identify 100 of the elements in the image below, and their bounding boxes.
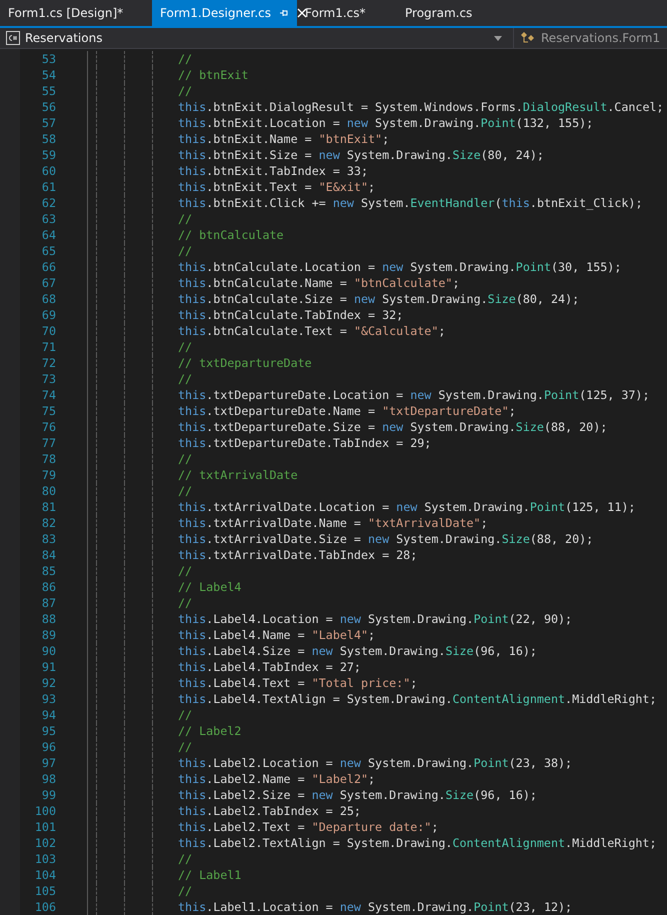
- line-number: 77: [40, 436, 56, 450]
- line-number: 100: [34, 804, 56, 818]
- code-line: this.btnExit.Text = "E&xit";: [178, 180, 376, 194]
- line-number: 101: [34, 820, 56, 834]
- code-line: // btnCalculate: [178, 228, 284, 242]
- code-line: this.btnExit.Size = new System.Drawing.Size(80, 24);: [178, 148, 544, 162]
- project-dropdown[interactable]: Reservations: [25, 31, 102, 45]
- line-number: 105: [34, 884, 56, 898]
- code-line: // txtArrivalDate: [178, 468, 298, 482]
- line-number: 85: [40, 564, 56, 578]
- line-number: 79: [40, 468, 56, 482]
- code-line: //: [178, 452, 192, 466]
- line-number: 81: [40, 500, 56, 514]
- code-line: this.Label4.Text = "Total price:";: [178, 676, 418, 690]
- line-number: 88: [40, 612, 56, 626]
- code-line: this.btnExit.Location = new System.Drawing.Point(132, 155);: [178, 116, 594, 130]
- code-line: this.Label2.Text = "Departure date:";: [178, 820, 438, 834]
- code-line: //: [178, 372, 192, 386]
- line-number: 61: [40, 180, 56, 194]
- code-line: //: [178, 84, 192, 98]
- line-number: 87: [40, 596, 56, 610]
- code-line: //: [178, 596, 192, 610]
- code-line: this.txtDepartureDate.TabIndex = 29;: [178, 436, 432, 450]
- type-dropdown[interactable]: Reservations.Form1: [541, 31, 660, 45]
- line-number: 76: [40, 420, 56, 434]
- line-number: 90: [40, 644, 56, 658]
- line-number: 70: [40, 324, 56, 338]
- line-number: 53: [40, 52, 56, 66]
- code-line: this.Label2.Location = new System.Drawing.Point(23, 38);: [178, 756, 572, 770]
- code-line: this.btnExit.Click += new System.EventHandler(this.btnExit_Click);: [178, 196, 642, 210]
- document-tab[interactable]: Form1.cs*: [297, 0, 397, 26]
- code-line: this.Label2.Name = "Label2";: [178, 772, 376, 786]
- line-number: 69: [40, 308, 56, 322]
- code-line: this.btnCalculate.Text = "&Calculate";: [178, 324, 446, 338]
- code-line: //: [178, 340, 192, 354]
- line-number: 89: [40, 628, 56, 642]
- code-line: // Label4: [178, 580, 242, 594]
- code-line: this.txtArrivalDate.Size = new System.Drawing.Size(88, 20);: [178, 532, 594, 546]
- line-number: 63: [40, 212, 56, 226]
- code-line: //: [178, 564, 192, 578]
- code-line: this.Label2.TextAlign = System.Drawing.ContentAlignment.MiddleRight;: [178, 836, 657, 850]
- line-number: 84: [40, 548, 56, 562]
- code-line: this.Label2.Size = new System.Drawing.Size(96, 16);: [178, 788, 537, 802]
- line-number: 91: [40, 660, 56, 674]
- code-line: this.Label4.Location = new System.Drawing.Point(22, 90);: [178, 612, 572, 626]
- line-number: 83: [40, 532, 56, 546]
- code-line: this.btnExit.DialogResult = System.Windows.Forms.DialogResult.Cancel;: [178, 100, 664, 114]
- line-number: 75: [40, 404, 56, 418]
- line-number: 66: [40, 260, 56, 274]
- code-line: this.Label4.Name = "Label4";: [178, 628, 376, 642]
- code-line: this.btnCalculate.Size = new System.Drawing.Size(80, 24);: [178, 292, 580, 306]
- code-line: //: [178, 212, 192, 226]
- line-number: 97: [40, 756, 56, 770]
- code-line: this.btnCalculate.Name = "btnCalculate";: [178, 276, 460, 290]
- code-line: // Label1: [178, 868, 242, 882]
- line-number: 102: [34, 836, 56, 850]
- code-line: this.Label2.TabIndex = 25;: [178, 804, 361, 818]
- line-number: 62: [40, 196, 56, 210]
- line-number: 64: [40, 228, 56, 242]
- line-number: 55: [40, 84, 56, 98]
- line-number: 60: [40, 164, 56, 178]
- code-line: this.Label4.Size = new System.Drawing.Size(96, 16);: [178, 644, 537, 658]
- document-tab[interactable]: Program.cs: [397, 0, 497, 26]
- code-line: this.btnExit.Name = "btnExit";: [178, 132, 390, 146]
- code-line: this.txtDepartureDate.Name = "txtDepartureDate";: [178, 404, 516, 418]
- code-line: // btnExit: [178, 68, 248, 82]
- code-line: //: [178, 852, 192, 866]
- code-line: this.Label1.Location = new System.Drawing.Point(23, 12);: [178, 900, 572, 914]
- code-line: //: [178, 708, 192, 722]
- code-line: this.btnCalculate.TabIndex = 32;: [178, 308, 404, 322]
- code-line: //: [178, 884, 192, 898]
- line-number: 80: [40, 484, 56, 498]
- line-number: 106: [34, 900, 56, 914]
- line-number: 93: [40, 692, 56, 706]
- line-number: 104: [34, 868, 56, 882]
- line-number: 59: [40, 148, 56, 162]
- line-number: 78: [40, 452, 56, 466]
- line-number: 65: [40, 244, 56, 258]
- line-number: 74: [40, 388, 56, 402]
- code-line: this.txtArrivalDate.Name = "txtArrivalDate";: [178, 516, 488, 530]
- code-line: this.txtArrivalDate.Location = new System.Drawing.Point(125, 11);: [178, 500, 636, 514]
- line-number: 71: [40, 340, 56, 354]
- line-number: 57: [40, 116, 56, 130]
- document-tab[interactable]: Form1.cs [Design]*: [0, 0, 152, 26]
- code-line: this.txtArrivalDate.TabIndex = 28;: [178, 548, 418, 562]
- line-number: 67: [40, 276, 56, 290]
- code-line: this.txtDepartureDate.Location = new System.Drawing.Point(125, 37);: [178, 388, 650, 402]
- line-number: 86: [40, 580, 56, 594]
- line-number: 54: [40, 68, 56, 82]
- line-number: 99: [40, 788, 56, 802]
- line-number: 98: [40, 772, 56, 786]
- line-number: 94: [40, 708, 56, 722]
- line-number: 73: [40, 372, 56, 386]
- code-line: //: [178, 484, 192, 498]
- code-line: this.btnExit.TabIndex = 33;: [178, 164, 368, 178]
- line-number: 58: [40, 132, 56, 146]
- code-line: this.Label4.TextAlign = System.Drawing.ContentAlignment.MiddleRight;: [178, 692, 657, 706]
- line-number: 95: [40, 724, 56, 738]
- line-number: 96: [40, 740, 56, 754]
- line-number: 82: [40, 516, 56, 530]
